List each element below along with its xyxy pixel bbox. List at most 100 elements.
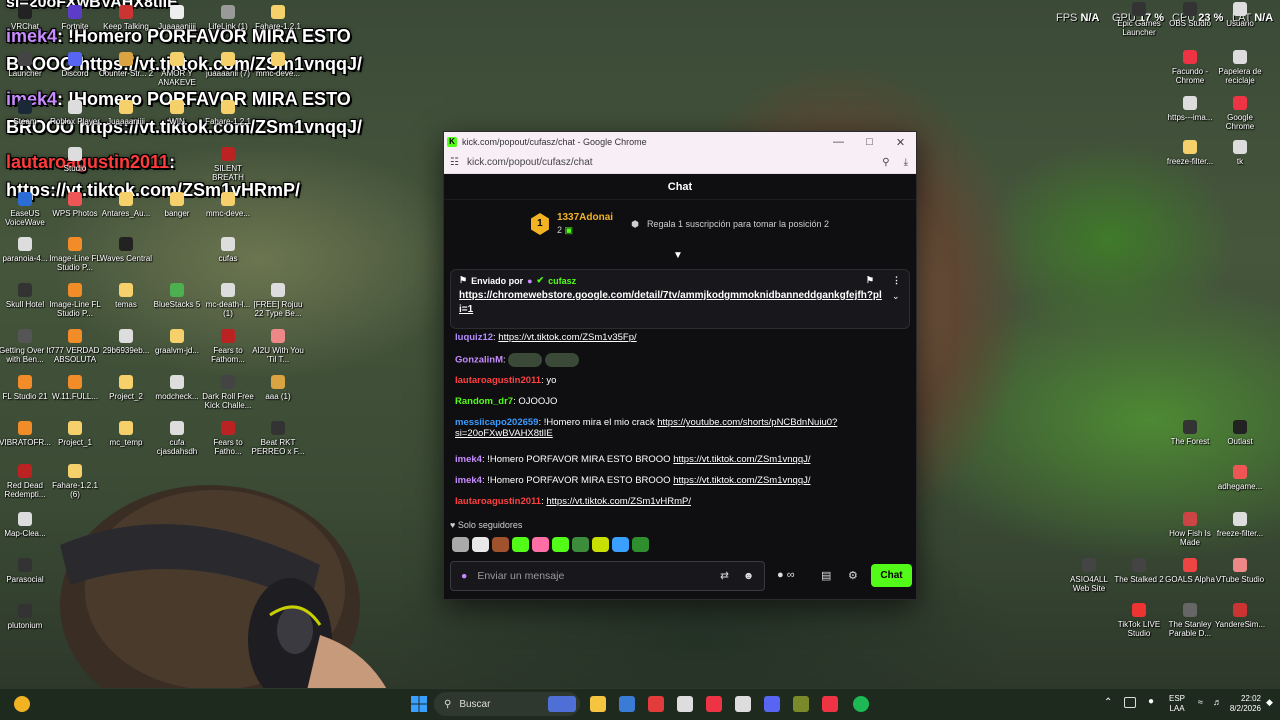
desktop-icon[interactable]: Juaaaaniiii xyxy=(149,5,205,31)
desktop-icon[interactable]: Usuario xyxy=(1212,2,1268,28)
desktop-icon[interactable]: FL Studio 21 xyxy=(0,375,53,401)
desktop-icon[interactable]: juaaaanii (7) xyxy=(200,52,256,78)
desktop-icon[interactable]: Image-Line FL Studio P... xyxy=(47,237,103,272)
desktop-icon[interactable]: paranoia-4... xyxy=(0,237,53,263)
pinned-link[interactable]: https://chromewebstore.google.com/detail… xyxy=(459,289,884,317)
desktop-icon[interactable]: Discord xyxy=(47,52,103,78)
desktop-icon[interactable]: BlueStacks 5 xyxy=(149,283,205,309)
desktop-icon[interactable]: Antares_Au... xyxy=(98,192,154,218)
chat-username[interactable]: lautaroagustin2011 xyxy=(455,375,541,386)
chrome-icon[interactable] xyxy=(706,696,722,712)
desktop-icon[interactable]: 777 VERDAD ABSOLUTA xyxy=(47,329,103,364)
wps-icon[interactable] xyxy=(648,696,664,712)
emote-icon[interactable] xyxy=(508,353,543,367)
address-bar[interactable]: ☷ kick.com/popout/cufasz/chat ⚲ ⤓ xyxy=(444,152,916,174)
pinned-user[interactable]: cufasz xyxy=(548,276,576,286)
gift-prompt[interactable]: Regala 1 suscripción para tomar la posic… xyxy=(647,219,829,229)
desktop-icon[interactable]: VTube Studio xyxy=(1212,558,1268,584)
desktop-icon[interactable]: The Stanley Parable D... xyxy=(1162,603,1218,638)
emote-icon[interactable] xyxy=(552,537,569,552)
emote-icon[interactable] xyxy=(512,537,529,552)
desktop-icon[interactable]: Studio xyxy=(47,147,103,173)
message-input[interactable]: ● Enviar un mensaje ⇄ ☻ xyxy=(450,561,765,591)
chat-link[interactable]: https://vt.tiktok.com/ZSm1vnqqJ/ xyxy=(673,454,810,465)
emote-icon[interactable] xyxy=(632,537,649,552)
start-button[interactable] xyxy=(410,695,428,713)
chat-username[interactable]: GonzalinM xyxy=(455,355,503,366)
desktop-icon[interactable]: TikTok LIVE Studio xyxy=(1111,603,1167,638)
emote-icon[interactable] xyxy=(532,537,549,552)
desktop-icon[interactable]: Counter-Str... 2 xyxy=(98,52,154,78)
emote-icon[interactable] xyxy=(592,537,609,552)
desktop-icon[interactable]: VRChat xyxy=(0,5,53,31)
desktop-icon[interactable]: OBS Studio xyxy=(1162,2,1218,28)
desktop-icon[interactable]: cufas xyxy=(200,237,256,263)
photoshop-icon[interactable] xyxy=(619,696,635,712)
desktop-icon[interactable]: Papelera de reciclaje xyxy=(1212,50,1268,85)
desktop-icon[interactable]: tk xyxy=(1212,140,1268,166)
mic-icon[interactable]: ● xyxy=(461,570,467,582)
send-chat-button[interactable]: Chat xyxy=(871,564,912,587)
clock[interactable]: 22:02 8/2/2026 xyxy=(1205,694,1261,714)
desktop-icon[interactable]: VIBRATOFR... xyxy=(0,421,53,447)
tray-chevron-icon[interactable]: ⌃ xyxy=(1104,697,1112,708)
desktop-icon[interactable]: LifeLink (1) xyxy=(200,5,256,31)
chat-username[interactable]: imek4 xyxy=(455,475,482,486)
desktop-icon[interactable]: Waves Central xyxy=(98,237,154,263)
store-icon[interactable]: ▤ xyxy=(821,569,831,582)
desktop-icon[interactable]: adhegame... xyxy=(1212,465,1268,491)
desktop-icon[interactable]: The Stalked 2 xyxy=(1111,558,1167,584)
desktop-icon[interactable]: freeze-filter... xyxy=(1212,512,1268,538)
desktop-icon[interactable]: The Forest xyxy=(1162,420,1218,446)
emoji-icon[interactable]: ☻ xyxy=(743,570,754,582)
weather-icon[interactable] xyxy=(14,696,30,712)
desktop-icon[interactable]: Keep Talking xyxy=(98,5,154,31)
desktop-icon[interactable]: Roblox Player xyxy=(47,100,103,126)
download-icon[interactable]: ⤓ xyxy=(904,157,908,168)
desktop-icon[interactable]: cufa cjasdahsdh xyxy=(149,421,205,456)
desktop-icon[interactable]: mc-death-l... (1) xyxy=(200,283,256,318)
desktop-icon[interactable]: banger xyxy=(149,192,205,218)
desktop-icon[interactable]: Skull Hotel xyxy=(0,283,53,309)
desktop-icon[interactable]: Juaaaaniiii xyxy=(98,100,154,126)
desktop-icon[interactable]: GOALS Alpha xyxy=(1162,558,1218,584)
zoom-icon[interactable]: ⚲ xyxy=(882,157,889,168)
desktop-icon[interactable]: Project_2 xyxy=(98,375,154,401)
title-bar[interactable]: K kick.com/popout/cufasz/chat - Google C… xyxy=(444,132,916,152)
desktop-icon[interactable]: Fahare-1.2.1 xyxy=(200,100,256,126)
notification-bell-icon[interactable]: ◆ xyxy=(1266,697,1273,708)
discord-icon[interactable] xyxy=(764,696,780,712)
desktop-icon[interactable]: temas xyxy=(98,283,154,309)
desktop-icon[interactable]: Steam xyxy=(0,100,53,126)
desktop-icon[interactable]: SILENT BREATH xyxy=(200,147,256,182)
chat-link[interactable]: https://vt.tiktok.com/ZSm1vHRmP/ xyxy=(546,496,691,507)
translate-icon[interactable]: ⇄ xyxy=(720,570,729,582)
chat-username[interactable]: lautaroagustin2011 xyxy=(455,496,541,507)
emote-icon[interactable] xyxy=(612,537,629,552)
desktop-icon[interactable]: Fortnite xyxy=(47,5,103,31)
desktop-icon[interactable]: Google Chrome xyxy=(1212,96,1268,131)
desktop-icon[interactable]: Fahare-1.2.1 xyxy=(250,5,306,31)
close-button[interactable]: ✕ xyxy=(885,136,916,149)
store-icon[interactable] xyxy=(677,696,693,712)
desktop-icon[interactable]: W.11.FULL... xyxy=(47,375,103,401)
tray-app-icon[interactable] xyxy=(1124,697,1136,708)
desktop-icon[interactable]: AMOR Y ANAKEVE xyxy=(149,52,205,87)
desktop-icon[interactable]: Dark Roll Free Kick Challe... xyxy=(200,375,256,410)
emote-icon[interactable] xyxy=(452,537,469,552)
desktop-icon[interactable]: YandereSim... xyxy=(1212,603,1268,629)
desktop-icon[interactable]: AI2U With You 'Til T... xyxy=(250,329,306,364)
tray-mic-icon[interactable]: ● xyxy=(1148,696,1154,707)
unpin-icon[interactable]: ⚑ xyxy=(866,275,874,286)
users-infinity[interactable]: ● ∞ xyxy=(777,569,795,581)
desktop-icon[interactable]: Facundo - Chrome xyxy=(1162,50,1218,85)
chat-username[interactable]: Random_dr7 xyxy=(455,396,513,407)
desktop-icon[interactable]: Epic Games Launcher xyxy=(1111,2,1167,37)
expand-chevron-icon[interactable]: ⌄ xyxy=(892,291,900,317)
collapse-toggle-icon[interactable]: ▼ xyxy=(673,250,683,261)
file-explorer-icon[interactable] xyxy=(590,696,606,712)
site-info-icon[interactable]: ☷ xyxy=(450,157,459,168)
desktop-icon[interactable]: How Fish Is Made xyxy=(1162,512,1218,547)
desktop-icon[interactable]: https---ima... xyxy=(1162,96,1218,122)
maximize-button[interactable]: □ xyxy=(854,136,885,148)
